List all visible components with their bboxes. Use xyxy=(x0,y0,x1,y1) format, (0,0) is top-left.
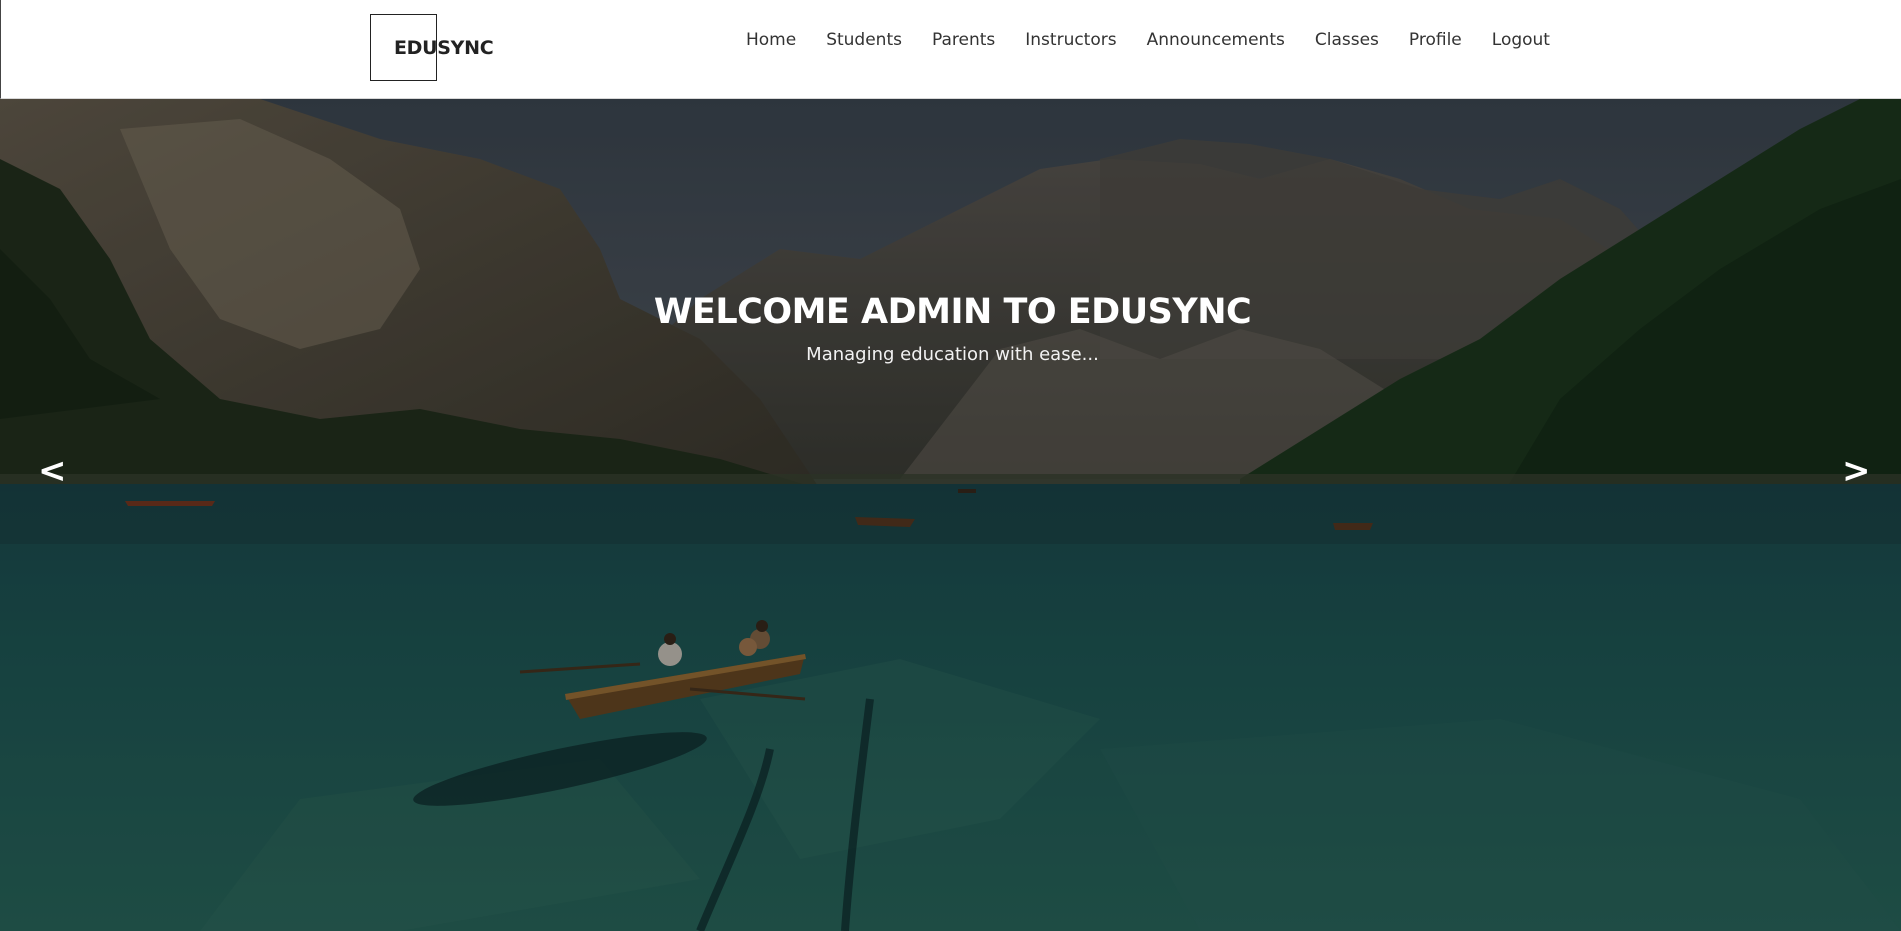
nav-classes-link[interactable]: Classes xyxy=(1315,30,1379,50)
main-nav: Home Students Parents Instructors Announ… xyxy=(746,28,1550,52)
nav-students-link[interactable]: Students xyxy=(826,30,902,50)
prev-slide-arrow-icon[interactable]: < xyxy=(38,451,67,491)
hero-slider: WELCOME ADMIN TO EDUSYNC Managing educat… xyxy=(0,99,1901,931)
nav-announcements-link[interactable]: Announcements xyxy=(1147,30,1285,50)
nav-instructors-link[interactable]: Instructors xyxy=(1025,30,1116,50)
nav-profile-link[interactable]: Profile xyxy=(1409,30,1462,50)
hero-title: WELCOME ADMIN TO EDUSYNC xyxy=(653,292,1252,332)
nav-logout-link[interactable]: Logout xyxy=(1492,30,1550,50)
next-slide-arrow-icon[interactable]: > xyxy=(1842,451,1871,491)
nav-parents-link[interactable]: Parents xyxy=(932,30,995,50)
nav-home-link[interactable]: Home xyxy=(746,30,796,50)
hero-overlay xyxy=(0,99,1901,931)
logo-text: EDUSYNC xyxy=(394,37,494,59)
logo[interactable]: EDUSYNC xyxy=(370,14,494,82)
navbar: EDUSYNC Home Students Parents Instructor… xyxy=(0,0,1901,99)
hero-subtitle: Managing education with ease... xyxy=(806,344,1099,365)
